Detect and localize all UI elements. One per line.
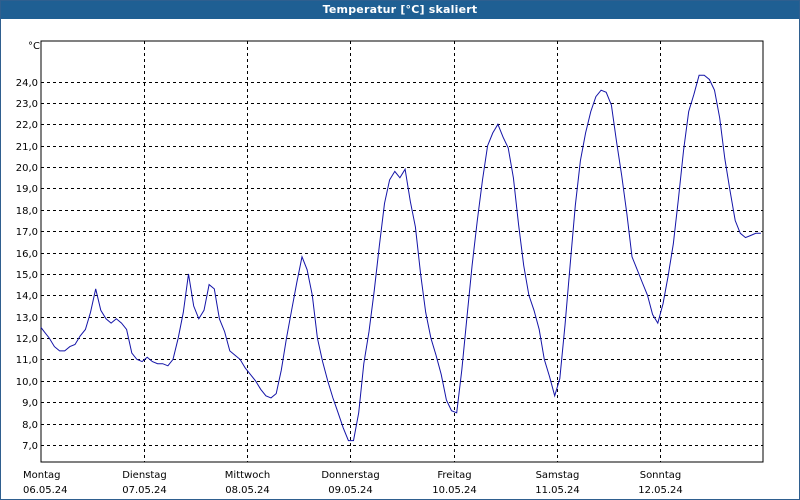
y-tick-label: 15,0: [16, 270, 38, 281]
y-tick-label: 24,0: [16, 78, 38, 89]
y-tick-label: 8,0: [22, 420, 38, 431]
y-tick-label: 20,0: [16, 163, 38, 174]
x-day-label: Sonntag: [640, 470, 682, 481]
x-date-label: 12.05.24: [638, 485, 683, 496]
y-tick-label: 7,0: [22, 441, 38, 452]
y-tick-label: 9,0: [22, 398, 38, 409]
y-tick-label: 22,0: [16, 120, 38, 131]
x-date-label: 11.05.24: [535, 485, 580, 496]
x-date-label: 06.05.24: [23, 485, 68, 496]
x-day-label: Dienstag: [122, 470, 167, 481]
y-tick-label: 14,0: [16, 291, 38, 302]
x-axis-labels: Montag 06.05.24 Dienstag 07.05.24 Mittwoch 08…: [23, 470, 683, 496]
y-axis-ticks: 7,0 8,0 9,0 10,0 11,0 12,0 13,0 14,0 15,0 16,0 17,…: [16, 78, 38, 452]
x-date-label: 07.05.24: [122, 485, 167, 496]
x-day-label: Freitag: [437, 470, 471, 481]
x-day-label: Samstag: [536, 470, 580, 481]
plot-area: [40, 40, 764, 463]
y-tick-label: 13,0: [16, 313, 38, 324]
y-tick-label: 21,0: [16, 142, 38, 153]
y-tick-label: 16,0: [16, 249, 38, 260]
temperature-chart: 7,0 8,0 9,0 10,0 11,0 12,0 13,0 14,0 15,0 16,0 17,…: [16, 40, 764, 496]
y-tick-label: 19,0: [16, 184, 38, 195]
y-axis-unit: °C: [28, 41, 40, 52]
x-date-label: 09.05.24: [328, 485, 373, 496]
y-tick-label: 10,0: [16, 377, 38, 388]
y-tick-label: 18,0: [16, 206, 38, 217]
y-tick-label: 23,0: [16, 99, 38, 110]
chart-window: Temperatur [°C] skaliert 7,0 8,0 9,0 10,0 11…: [0, 0, 800, 500]
y-tick-label: 17,0: [16, 227, 38, 238]
x-day-label: Donnerstag: [321, 470, 379, 481]
x-date-label: 08.05.24: [225, 485, 270, 496]
y-tick-label: 12,0: [16, 334, 38, 345]
x-date-label: 10.05.24: [432, 485, 477, 496]
x-day-label: Montag: [23, 470, 60, 481]
y-tick-label: 11,0: [16, 355, 38, 366]
x-day-label: Mittwoch: [225, 470, 270, 481]
